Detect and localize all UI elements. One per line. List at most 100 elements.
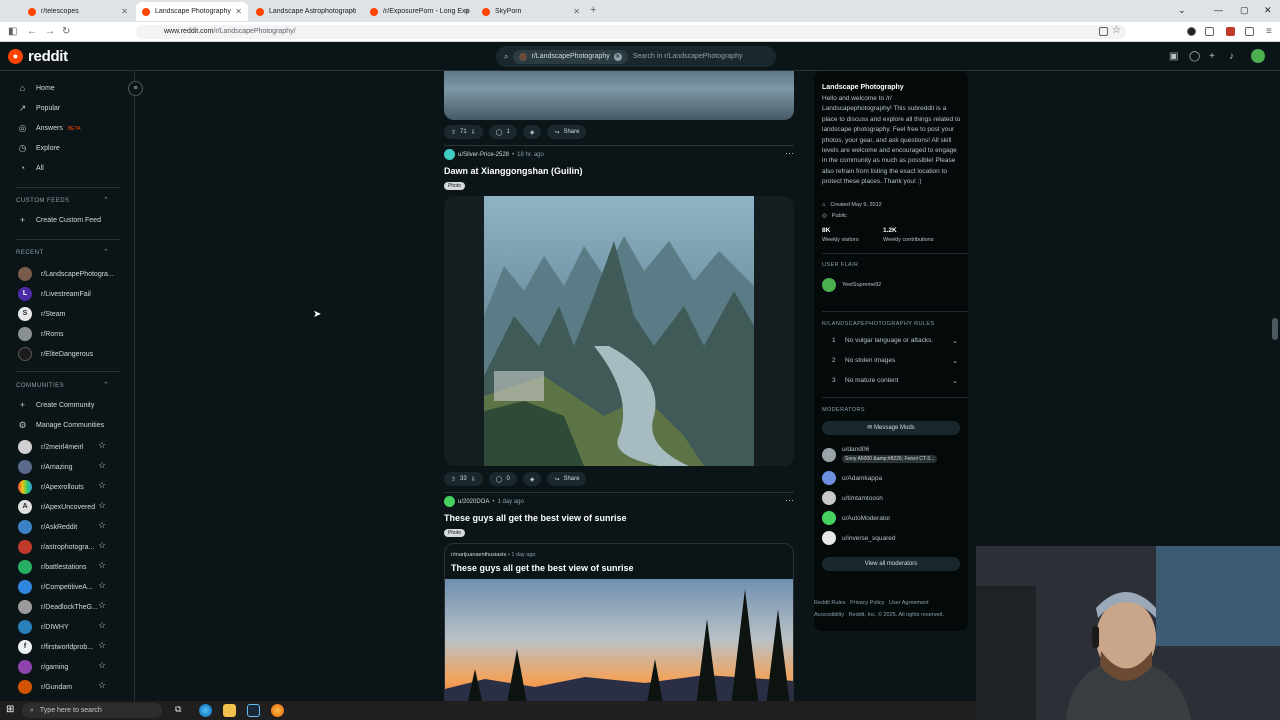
task-view-icon[interactable]: ⧉	[175, 704, 181, 715]
manage-communities[interactable]: ⚙ Manage Communities	[18, 421, 104, 430]
reddit-logo[interactable]: ● reddit	[8, 48, 68, 65]
extensions-icon[interactable]	[1205, 27, 1214, 36]
create-community[interactable]: + Create Community	[18, 401, 95, 410]
create-custom-feed[interactable]: + Create Custom Feed	[18, 216, 101, 225]
taskbar-search-input[interactable]: Type here to search	[40, 707, 102, 714]
message-mods-button[interactable]: ✉ Message Mods	[822, 421, 960, 435]
award-button[interactable]: ◈	[522, 125, 542, 139]
favorite-star-icon[interactable]: ☆	[98, 440, 106, 451]
vote-control[interactable]: ⇧ 71 ⇩	[444, 125, 483, 139]
crosspost-title[interactable]: These guys all get the best view of sunr…	[451, 563, 634, 573]
user-avatar[interactable]	[444, 496, 455, 507]
award-button[interactable]: ◈	[522, 472, 542, 486]
chevron-down-icon[interactable]: ⌄	[952, 377, 958, 385]
window-close-icon[interactable]: ✕	[1264, 5, 1272, 16]
community-item[interactable]: r/DeadlockTheG...	[18, 600, 98, 614]
upvote-icon[interactable]: ⇧	[451, 476, 456, 483]
footer-link[interactable]: Accessibility	[814, 612, 844, 618]
search-input[interactable]: Search in r/LandscapePhotography	[633, 53, 743, 60]
moderator-row[interactable]: u/timtamtoosh	[822, 491, 883, 505]
footer-link[interactable]: Reddit Rules	[814, 600, 846, 606]
community-item[interactable]: r/Apexrollouts	[18, 480, 84, 494]
community-item[interactable]: r/gaming	[18, 660, 68, 674]
vote-control[interactable]: ⇧ 33 ⇩	[444, 472, 483, 486]
favorite-star-icon[interactable]: ☆	[98, 480, 106, 491]
more-options-icon[interactable]: ⋯	[785, 148, 794, 159]
favorite-star-icon[interactable]: ☆	[98, 640, 106, 651]
crosspost-card[interactable]: r/marijuanaenthusiasts • 1 day ago These…	[444, 543, 794, 701]
taskbar-search[interactable]: ⌕ Type here to search	[22, 703, 162, 718]
close-tab-icon[interactable]: ✕	[121, 7, 128, 16]
favorite-star-icon[interactable]: ☆	[98, 560, 106, 571]
tab-list-icon[interactable]: ⌄	[1178, 5, 1186, 16]
moderator-row[interactable]: u/inverse_squared	[822, 531, 895, 545]
post-title[interactable]: Dawn at Xianggongshan (Guilin)	[444, 166, 583, 176]
communities-heading[interactable]: COMMUNITIES	[16, 383, 64, 389]
browser-tab[interactable]: Landscape Astrophotography ✕	[250, 2, 362, 21]
edge-icon[interactable]	[199, 704, 212, 717]
favorite-star-icon[interactable]: ☆	[98, 680, 106, 691]
chevron-down-icon[interactable]: ⌄	[952, 337, 958, 345]
favorite-star-icon[interactable]: ☆	[98, 500, 106, 511]
url-field[interactable]: www.reddit.com/r/LandscapePhotography/	[136, 25, 1126, 39]
share-button[interactable]: ↪ Share	[547, 125, 587, 139]
comments-button[interactable]: ◯ 0	[488, 472, 517, 486]
user-flair-row[interactable]: YeetSupreme92	[822, 278, 881, 292]
file-explorer-icon[interactable]	[223, 704, 236, 717]
sidebar-item-home[interactable]: ⌂ Home	[18, 84, 55, 93]
community-item[interactable]: r/Gundam	[18, 680, 72, 694]
favorite-star-icon[interactable]: ☆	[98, 600, 106, 611]
clear-chip-icon[interactable]: ✕	[613, 52, 622, 61]
footer-link[interactable]: Privacy Policy	[850, 600, 884, 606]
footer-link[interactable]: User Agreement	[889, 600, 929, 606]
browser-tab[interactable]: r/telescopes ✕	[22, 2, 134, 21]
favorite-star-icon[interactable]: ☆	[98, 540, 106, 551]
custom-feeds-heading[interactable]: CUSTOM FEEDS	[16, 198, 70, 204]
create-post-icon[interactable]: +	[1209, 51, 1215, 62]
windows-start-icon[interactable]: ⊞	[6, 704, 14, 715]
community-item[interactable]: r/AskReddit	[18, 520, 77, 534]
extension-red-icon[interactable]	[1226, 27, 1235, 36]
favorite-star-icon[interactable]: ☆	[98, 660, 106, 671]
moderator-row[interactable]: u/AutoModerator	[822, 511, 890, 525]
bookmark-star-icon[interactable]: ☆	[1112, 25, 1121, 36]
community-item[interactable]: r/2meirl4meirl	[18, 440, 83, 454]
recent-heading[interactable]: RECENT	[16, 250, 44, 256]
collapse-sidebar-button[interactable]: ≡	[128, 81, 143, 96]
page-scrollbar[interactable]	[1272, 318, 1278, 340]
close-tab-icon[interactable]: ✕	[235, 7, 242, 16]
audio-icon[interactable]	[1245, 27, 1254, 36]
new-tab-icon[interactable]: +	[590, 4, 596, 16]
share-button[interactable]: ↪ Share	[547, 472, 587, 486]
post-author[interactable]: u/Silver-Price-2528	[458, 152, 509, 158]
sidebar-toggle-icon[interactable]: ◧	[8, 26, 17, 37]
rule-item[interactable]: 2 No stolen images ⌄	[832, 357, 958, 365]
minimize-icon[interactable]: —	[1214, 5, 1223, 15]
recent-item[interactable]: Sr/Steam	[18, 307, 66, 321]
recent-item[interactable]: r/Roms	[18, 327, 64, 341]
upvote-icon[interactable]: ⇧	[451, 129, 456, 136]
recent-item[interactable]: Lr/LivestreamFail	[18, 287, 91, 301]
post-image[interactable]	[444, 71, 794, 120]
community-item[interactable]: r/battlestations	[18, 560, 87, 574]
crosspost-subreddit[interactable]: r/marijuanaenthusiasts	[451, 552, 506, 558]
recent-item[interactable]: r/EliteDangerous	[18, 347, 93, 361]
chat-icon[interactable]: ◯	[1189, 51, 1200, 62]
favorite-star-icon[interactable]: ☆	[98, 580, 106, 591]
subreddit-search-chip[interactable]: r/LandscapePhotography ✕	[513, 49, 628, 64]
chevron-up-icon[interactable]: ⌃	[103, 248, 109, 256]
user-avatar[interactable]	[444, 149, 455, 160]
view-all-moderators-button[interactable]: View all moderators	[822, 557, 960, 571]
favorite-star-icon[interactable]: ☆	[98, 620, 106, 631]
close-tab-icon[interactable]: ✕	[463, 7, 470, 16]
post-flair[interactable]: Photo	[444, 182, 466, 190]
more-options-icon[interactable]: ⋯	[785, 495, 794, 506]
sidebar-item-popular[interactable]: ↗ Popular	[18, 104, 60, 113]
community-item[interactable]: r/DIWHY	[18, 620, 69, 634]
community-item[interactable]: r/astrophotogra...	[18, 540, 94, 554]
extension-icon[interactable]	[1187, 27, 1196, 36]
favorite-star-icon[interactable]: ☆	[98, 460, 106, 471]
moderator-row[interactable]: u/Adamkappa	[822, 471, 882, 485]
post-title[interactable]: These guys all get the best view of sunr…	[444, 513, 627, 523]
browser-tab[interactable]: /r/ExposurePorn - Long Exposu ✕	[364, 2, 476, 21]
